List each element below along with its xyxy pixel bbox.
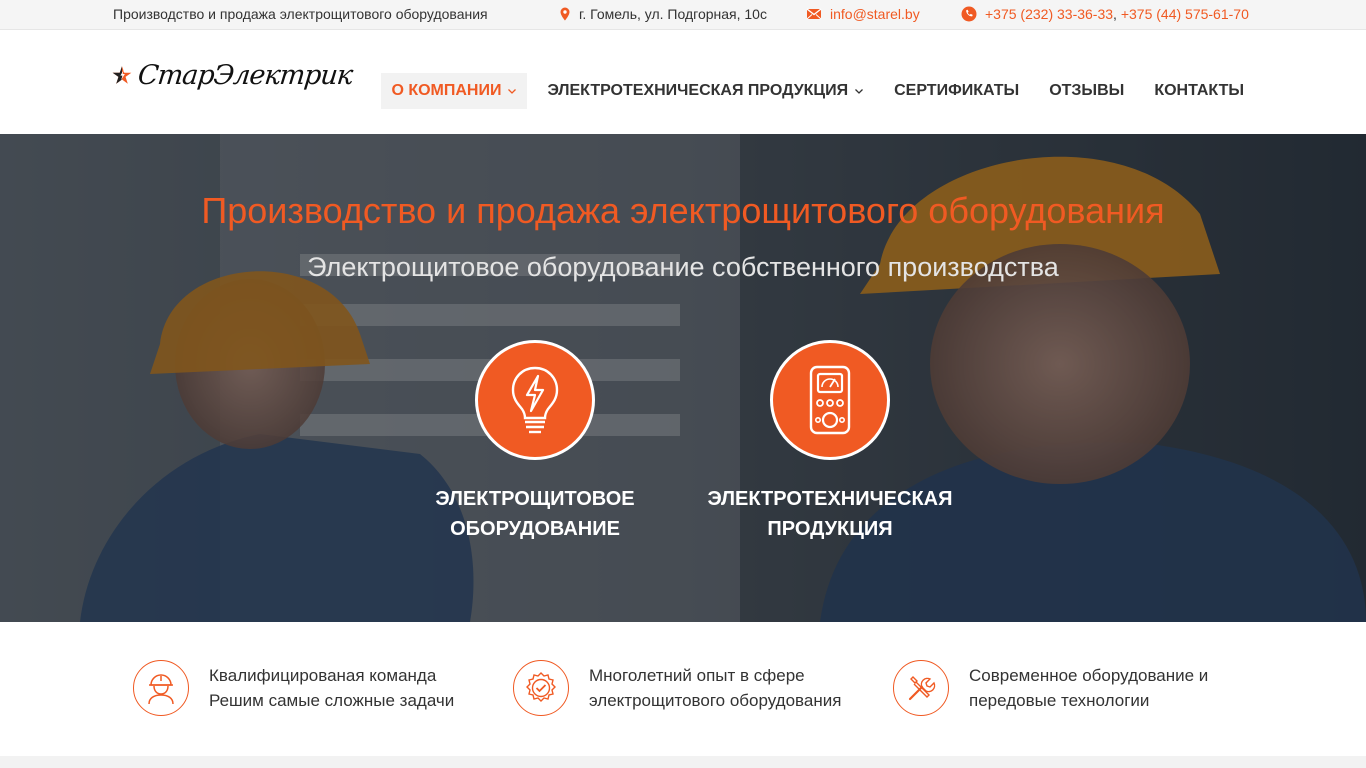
- feature-electrotech-line1: Электротехническая: [707, 488, 953, 510]
- top-bar: Производство и продажа электрощитового о…: [0, 0, 1366, 30]
- nav-contacts[interactable]: Контакты: [1144, 73, 1254, 109]
- benefit-experience-text: Многолетний опыт в сфере электрощитового…: [589, 663, 841, 713]
- email: info@starel.by: [806, 6, 920, 22]
- chevron-down-icon: [508, 89, 517, 94]
- header: СтарЭлектрик О компании Электротехническ…: [0, 30, 1366, 134]
- feature-switchboard[interactable]: Электрощитовое оборудование: [405, 340, 665, 544]
- top-tagline: Производство и продажа электрощитового о…: [113, 6, 488, 22]
- feature-electrotech[interactable]: Электротехническая продукция: [700, 340, 960, 544]
- nav-about-label: О компании: [391, 82, 502, 99]
- hero-banner: Производство и продажа электрощитового о…: [0, 134, 1366, 622]
- feature-electrotech-line2: продукция: [767, 518, 893, 540]
- benefit-team-text: Квалифицированая команда Решим самые сло…: [209, 663, 454, 713]
- benefit-team: Квалифицированая команда Решим самые сло…: [133, 660, 454, 716]
- multimeter-icon: [809, 365, 851, 435]
- feature-electrotech-label[interactable]: Электротехническая продукция: [700, 484, 960, 544]
- phone-separator: ,: [1113, 6, 1117, 22]
- hero-title: Производство и продажа электрощитового о…: [201, 190, 1165, 231]
- hero-subtitle: Электрощитовое оборудование собственного…: [307, 252, 1059, 282]
- benefit-equipment-circle: [893, 660, 949, 716]
- nav-products[interactable]: Электротехническая продукция: [537, 73, 874, 109]
- email-link[interactable]: info@starel.by: [830, 6, 920, 22]
- phones: +375 (232) 33-36-33, +375 (44) 575-61-70: [961, 6, 1249, 22]
- address: г. Гомель, ул. Подгорная, 10с: [557, 6, 767, 22]
- envelope-icon: [806, 8, 822, 20]
- nav-reviews-label: Отзывы: [1049, 82, 1125, 99]
- tools-icon: [908, 676, 936, 701]
- feature-electrotech-circle[interactable]: [770, 340, 890, 460]
- benefit-experience-circle: [513, 660, 569, 716]
- logo-text: СтарЭлектрик: [136, 59, 354, 91]
- feature-switchboard-line2: оборудование: [450, 518, 620, 540]
- phone-link-2[interactable]: +375 (44) 575-61-70: [1121, 6, 1249, 22]
- phone-icon: [961, 6, 977, 22]
- benefit-equipment-line2: передовые технологии: [969, 691, 1150, 710]
- nav-products-label: Электротехническая продукция: [547, 82, 849, 99]
- chevron-down-icon: [855, 89, 864, 94]
- nav-contacts-label: Контакты: [1154, 82, 1244, 99]
- phone-link-1[interactable]: +375 (232) 33-36-33: [985, 6, 1113, 22]
- nav-about[interactable]: О компании: [381, 73, 528, 109]
- logo[interactable]: СтарЭлектрик: [112, 46, 354, 104]
- benefit-experience-line1: Многолетний опыт в сфере: [589, 666, 805, 685]
- main-nav: О компании Электротехническая продукция …: [371, 73, 1254, 109]
- benefit-equipment-line1: Современное оборудование и: [969, 666, 1209, 685]
- benefit-team-line2: Решим самые сложные задачи: [209, 691, 455, 710]
- badge-check-icon: [526, 672, 556, 702]
- feature-switchboard-circle[interactable]: [475, 340, 595, 460]
- map-pin-icon: [560, 7, 570, 21]
- feature-switchboard-label[interactable]: Электрощитовое оборудование: [405, 484, 665, 544]
- benefit-team-line1: Квалифицированая команда: [209, 666, 437, 685]
- nav-certificates[interactable]: Сертификаты: [884, 73, 1029, 109]
- star-logo-icon: [112, 66, 132, 84]
- benefit-equipment: Современное оборудование и передовые тех…: [893, 660, 1208, 716]
- feature-switchboard-line1: Электрощитовое: [435, 488, 635, 510]
- nav-reviews[interactable]: Отзывы: [1039, 73, 1134, 109]
- benefit-experience-line2: электрощитового оборудования: [589, 691, 842, 710]
- benefit-experience: Многолетний опыт в сфере электрощитового…: [513, 660, 841, 716]
- nav-certificates-label: Сертификаты: [894, 82, 1020, 99]
- lightbulb-bolt-icon: [511, 366, 559, 434]
- benefit-team-circle: [133, 660, 189, 716]
- address-text: г. Гомель, ул. Подгорная, 10с: [579, 6, 767, 22]
- benefit-equipment-text: Современное оборудование и передовые тех…: [969, 663, 1208, 713]
- worker-helmet-icon: [148, 674, 174, 705]
- footer-strip: [0, 756, 1366, 768]
- benefits-section: Квалифицированая команда Решим самые сло…: [0, 622, 1366, 756]
